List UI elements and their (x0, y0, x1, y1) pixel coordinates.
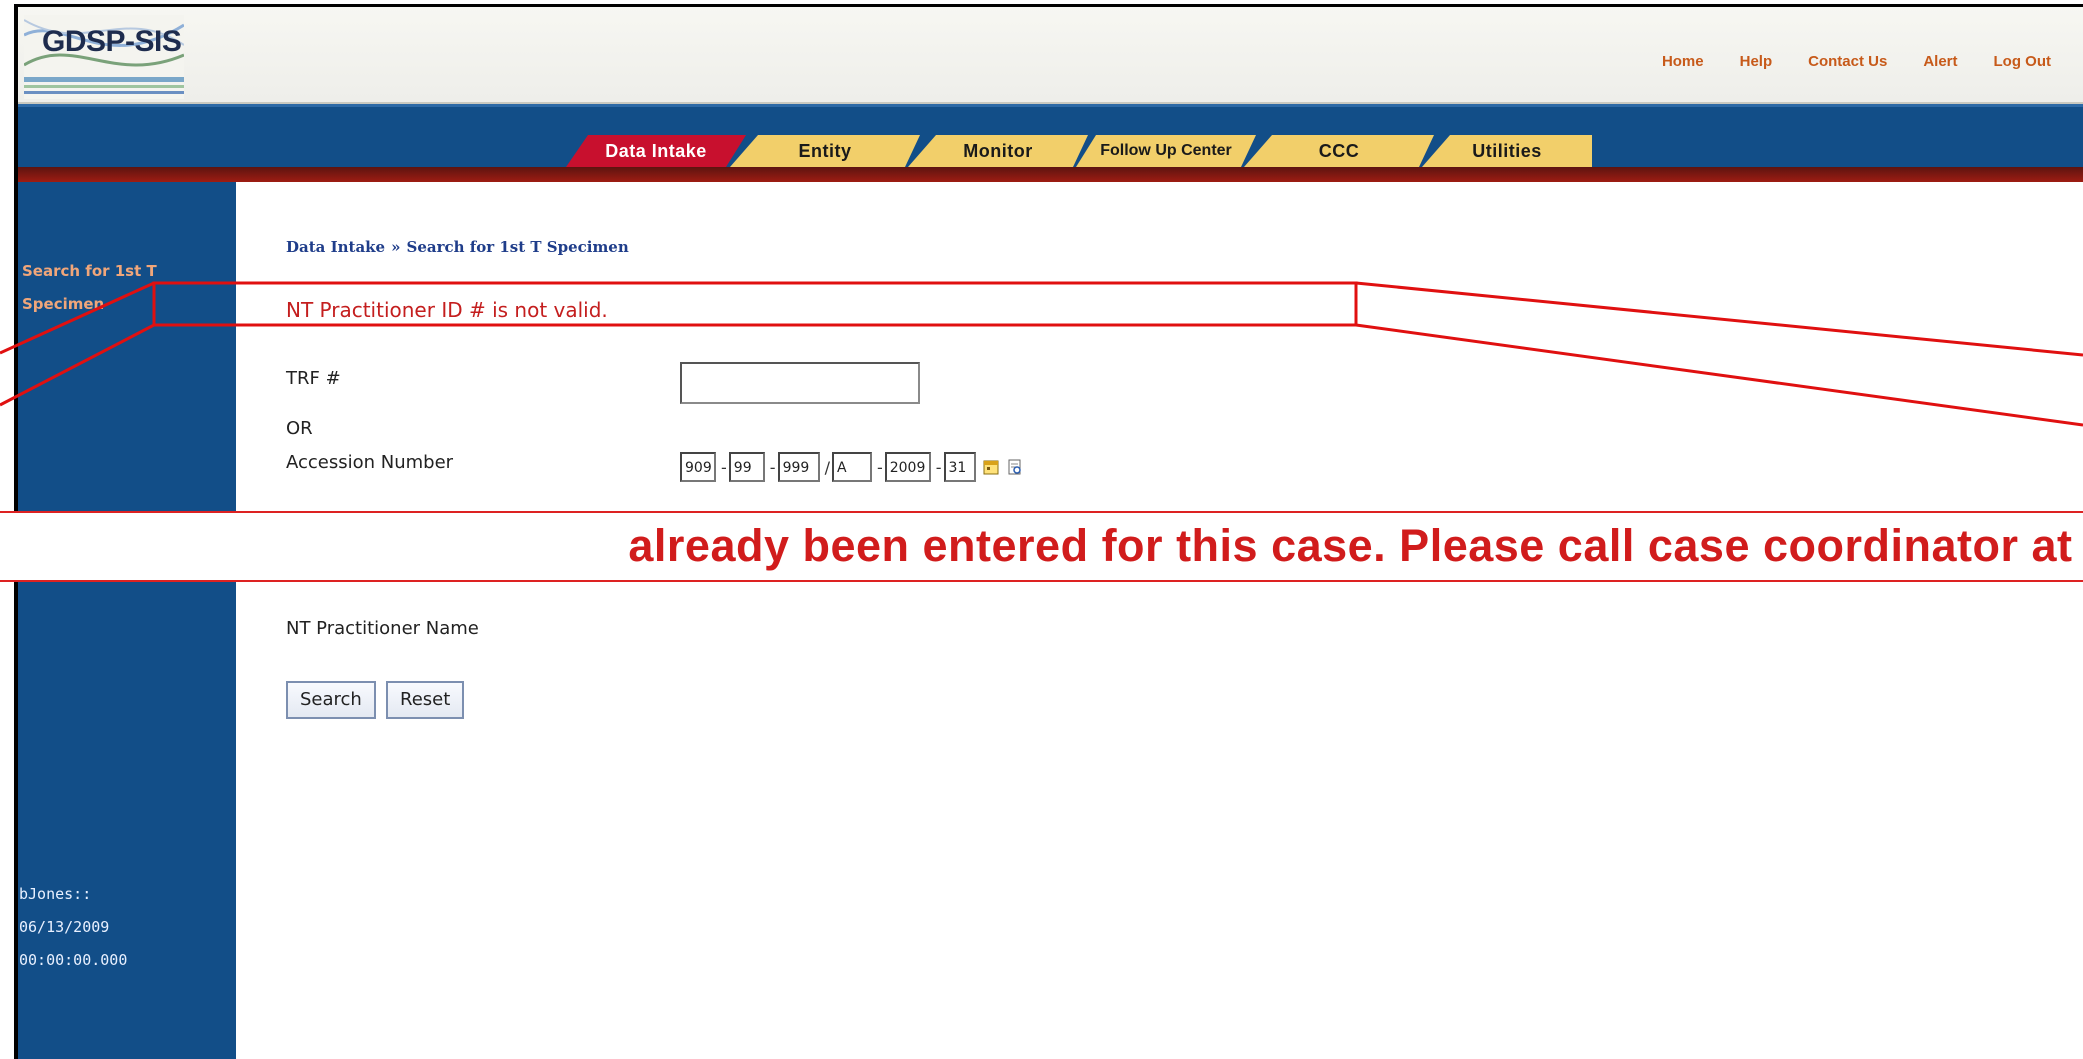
main-content: Data Intake » Search for 1st T Specimen NT… (236, 182, 2083, 1059)
sidebar-item-search-1st-t-specimen[interactable]: Search for 1st T Specimen (22, 255, 197, 321)
top-links: Home Help Contact Us Alert Log Out (1662, 53, 2051, 70)
accession-part-1[interactable]: 909 (680, 452, 716, 482)
nt-practitioner-name-label: NT Practitioner Name (286, 618, 479, 639)
tab-label: CCC (1318, 141, 1360, 161)
trf-label: TRF # (286, 368, 341, 389)
accession-separator: - (769, 457, 776, 477)
home-link[interactable]: Home (1662, 53, 1704, 70)
accession-number-fields: 909 - 99 - 999 / A - 2009 - 31 (680, 452, 1024, 482)
lookup-icon[interactable] (1006, 458, 1024, 476)
zoomed-error-text: already been entered for this case. Plea… (628, 520, 2083, 571)
logo-text: GDSP-SIS (42, 25, 182, 58)
session-date: 06/13/2009 (19, 918, 110, 936)
tab-label: Data Intake (605, 141, 707, 161)
accession-part-3[interactable]: 999 (777, 452, 820, 482)
help-link[interactable]: Help (1740, 53, 1773, 70)
tab-utilities[interactable]: Utilities (1422, 135, 1592, 167)
breadcrumb-current: Search for 1st T Specimen (406, 238, 629, 256)
left-sidebar: Search for 1st T Specimen bJones:: 06/13… (18, 182, 236, 1059)
zoomed-error-banner: already been entered for this case. Plea… (0, 511, 2083, 582)
trf-input[interactable] (680, 362, 920, 404)
accession-part-6[interactable]: 31 (943, 452, 976, 482)
header-bar: GDSP-SIS Home Help Contact Us Alert Log … (18, 7, 2083, 104)
tab-label: Utilities (1472, 141, 1542, 161)
tab-ccc[interactable]: CCC (1244, 135, 1434, 167)
breadcrumb-root-link[interactable]: Data Intake (286, 238, 385, 256)
accession-number-label: Accession Number (286, 452, 454, 473)
accession-separator: / (824, 457, 830, 477)
accession-part-5[interactable]: 2009 (884, 452, 931, 482)
tab-entity[interactable]: Entity (730, 135, 920, 167)
search-button[interactable]: Search (286, 681, 376, 719)
tab-data-intake[interactable]: Data Intake (566, 135, 746, 167)
tab-label: Entity (798, 141, 852, 161)
alert-link[interactable]: Alert (1923, 53, 1957, 70)
user-session-info: bJones:: 06/13/2009 00:00:00.000 (19, 878, 127, 977)
tab-follow-up-center[interactable]: Follow Up Center (1076, 135, 1256, 167)
tab-monitor[interactable]: Monitor (908, 135, 1088, 167)
contact-us-link[interactable]: Contact Us (1808, 53, 1887, 70)
calendar-icon[interactable] (982, 458, 1000, 476)
or-label: OR (286, 418, 313, 439)
sidebar-item-label-line1: Search for 1st T (22, 262, 157, 280)
breadcrumb-separator: » (391, 238, 401, 256)
nav-accent-line (18, 167, 2083, 182)
log-out-link[interactable]: Log Out (1994, 53, 2051, 70)
accession-separator: - (721, 457, 727, 477)
sidebar-item-label-line2: Specimen (22, 295, 105, 313)
tab-label: Follow Up Center (1100, 142, 1232, 159)
user-name: bJones:: (19, 885, 92, 903)
reset-button[interactable]: Reset (386, 681, 465, 719)
accession-part-2[interactable]: 99 (728, 452, 765, 482)
tab-label: Monitor (963, 141, 1033, 161)
accession-separator: - (876, 457, 883, 477)
session-time: 00:00:00.000 (19, 951, 128, 969)
accession-part-4[interactable]: A (831, 452, 872, 482)
error-message: NT Practitioner ID # is not valid. (286, 298, 608, 322)
breadcrumb: Data Intake » Search for 1st T Specimen (286, 238, 629, 256)
app-logo: GDSP-SIS (24, 15, 184, 99)
accession-separator: - (935, 457, 942, 477)
